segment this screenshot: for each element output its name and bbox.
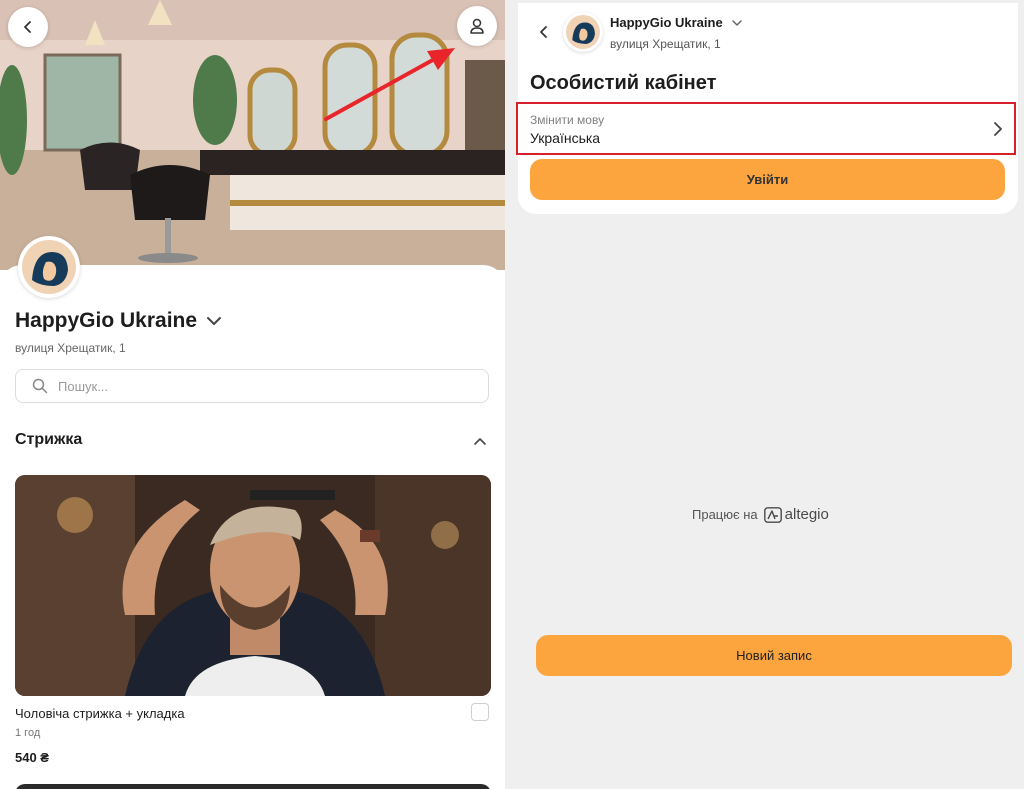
- chevron-left-icon: [24, 21, 31, 33]
- chevron-right-icon: [994, 122, 1002, 136]
- category-collapse-button[interactable]: [470, 432, 490, 452]
- search-icon: [32, 378, 48, 394]
- service-select-checkbox[interactable]: [471, 703, 489, 721]
- current-language: Українська: [530, 130, 601, 146]
- salon-logo: [18, 236, 80, 298]
- panel-salon-logo: [563, 12, 603, 52]
- powered-by: Працює на altegio: [692, 506, 829, 523]
- panel-salon-address: вулиця Хрещатик, 1: [610, 37, 721, 51]
- salon-name-text: HappyGio Ukraine: [15, 309, 198, 332]
- change-language-label: Змінити мову: [530, 113, 605, 127]
- user-icon: [470, 18, 484, 34]
- new-booking-button[interactable]: Новий запис: [536, 635, 1012, 676]
- panel-salon-name[interactable]: HappyGio Ukraine: [610, 15, 743, 30]
- search-input[interactable]: [56, 377, 460, 395]
- account-title: Особистий кабінет: [530, 72, 717, 94]
- login-button[interactable]: Увійти: [530, 159, 1005, 200]
- change-language-row[interactable]: Змінити мову Українська: [516, 102, 1016, 155]
- service-name: Чоловіча стрижка + укладка: [15, 706, 185, 721]
- salon-address: вулиця Хрещатик, 1: [15, 341, 126, 355]
- chevron-up-icon: [474, 438, 486, 445]
- service-duration: 1 год: [15, 727, 41, 739]
- profile-button[interactable]: [457, 6, 497, 46]
- service-image[interactable]: [15, 475, 491, 696]
- panel-salon-name-text: HappyGio Ukraine: [610, 15, 723, 30]
- service-price: 540 ₴: [15, 750, 49, 765]
- salon-logo-image: [566, 15, 600, 49]
- chevron-down-icon: [207, 317, 222, 325]
- chevron-left-icon: [540, 26, 547, 38]
- search-field[interactable]: [15, 369, 489, 403]
- altegio-logo-icon: [763, 506, 782, 523]
- altegio-logo[interactable]: altegio: [763, 506, 829, 523]
- next-service-image: [15, 784, 491, 789]
- back-button[interactable]: [8, 7, 48, 47]
- salon-cover-image: [0, 0, 505, 270]
- salon-page: HappyGio Ukraine вулиця Хрещатик, 1 Стри…: [0, 0, 505, 789]
- chevron-down-icon: [731, 19, 742, 26]
- powered-by-text: Працює на: [692, 507, 758, 522]
- category-title: Стрижка: [15, 431, 83, 448]
- panel-back-button[interactable]: [534, 22, 554, 42]
- altegio-logo-text: altegio: [784, 506, 829, 523]
- salon-name[interactable]: HappyGio Ukraine: [15, 309, 223, 333]
- salon-logo-image: [22, 240, 76, 294]
